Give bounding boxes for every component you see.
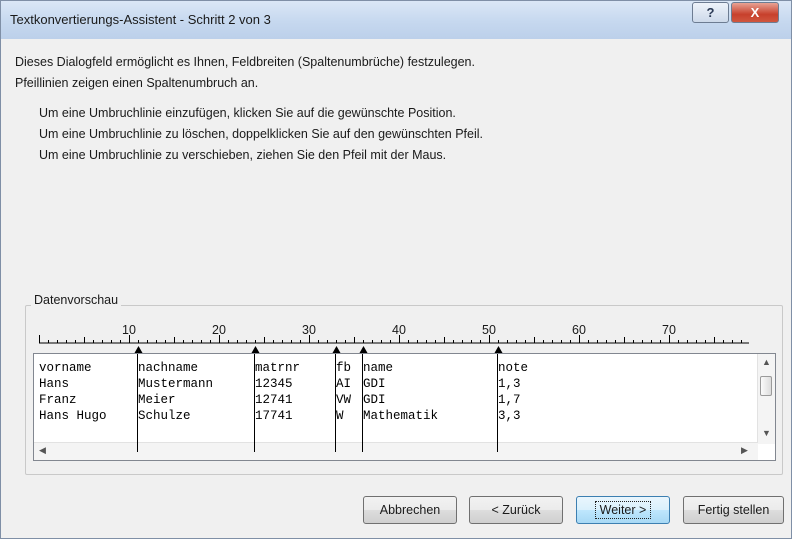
preview-group-label: Datenvorschau	[31, 293, 122, 307]
preview-cell: Franz	[39, 393, 77, 407]
ruler-number-10: 10	[122, 323, 136, 337]
scroll-up-icon[interactable]: ▲	[762, 357, 771, 367]
back-button-label: < Zurück	[491, 503, 541, 517]
preview-cell: matrnr	[255, 361, 301, 375]
preview-cell: Meier	[138, 393, 176, 407]
preview-cell: W	[336, 409, 344, 423]
hint-delete: Um eine Umbruchlinie zu löschen, doppelk…	[39, 127, 484, 141]
next-button-label: Weiter >	[594, 501, 652, 519]
cancel-button[interactable]: Abbrechen	[363, 496, 457, 524]
column-break-line[interactable]	[335, 354, 336, 452]
preview-cell: note	[498, 361, 529, 375]
break-arrow-icon[interactable]	[251, 346, 260, 353]
break-arrow-icon[interactable]	[359, 346, 368, 353]
window-title: Textkonvertierungs-Assistent - Schritt 2…	[10, 12, 271, 27]
column-break-line[interactable]	[254, 354, 255, 452]
finish-button-label: Fertig stellen	[697, 503, 770, 517]
break-arrow-icon[interactable]	[494, 346, 503, 353]
preview-cell: fb	[336, 361, 352, 375]
scroll-down-icon[interactable]: ▼	[762, 428, 771, 438]
scroll-left-icon[interactable]: ◀	[39, 445, 46, 456]
preview-cell: 1,3	[498, 377, 521, 391]
title-bar[interactable]: Textkonvertierungs-Assistent - Schritt 2…	[1, 1, 791, 39]
cancel-button-label: Abbrechen	[379, 503, 441, 517]
hint-move: Um eine Umbruchlinie zu verschieben, zie…	[39, 148, 447, 162]
column-break-line[interactable]	[137, 354, 138, 452]
scroll-thumb[interactable]	[760, 376, 772, 396]
hint-insert: Um eine Umbruchlinie einzufügen, klicken…	[39, 106, 456, 120]
preview-cell: AI	[336, 377, 352, 391]
help-button[interactable]: ?	[692, 2, 729, 23]
data-preview[interactable]: vorname nachname matrnr fb name note Han…	[33, 353, 776, 461]
preview-cell: 3,3	[498, 409, 521, 423]
horizontal-scrollbar[interactable]: ◀ ▶	[34, 442, 758, 460]
column-break-line[interactable]	[362, 354, 363, 452]
preview-row-header: vorname nachname matrnr fb name note	[39, 360, 528, 376]
break-arrow-icon[interactable]	[332, 346, 341, 353]
preview-cell: Hans Hugo	[39, 409, 107, 423]
ruler-number-60: 60	[572, 323, 586, 337]
next-button[interactable]: Weiter >	[576, 496, 670, 524]
dialog-window: Textkonvertierungs-Assistent - Schritt 2…	[0, 0, 792, 539]
ruler-number-50: 50	[482, 323, 496, 337]
preview-cell: Schulze	[138, 409, 191, 423]
ruler-number-20: 20	[212, 323, 226, 337]
preview-row: Hans Mustermann 12345 AI GDI 1,3	[39, 376, 521, 392]
preview-row: Franz Meier 12741 VW GDI 1,7	[39, 392, 521, 408]
finish-button[interactable]: Fertig stellen	[683, 496, 784, 524]
preview-cell: GDI	[363, 377, 386, 391]
preview-cell: vorname	[39, 361, 92, 375]
preview-cell: 12345	[255, 377, 293, 391]
preview-cell: VW	[336, 393, 352, 407]
ruler-number-70: 70	[662, 323, 676, 337]
break-arrow-icon[interactable]	[134, 346, 143, 353]
preview-cell: 17741	[255, 409, 293, 423]
preview-cell: 1,7	[498, 393, 521, 407]
preview-cell: Hans	[39, 377, 70, 391]
column-ruler[interactable]: 10 20 30 40 50 60 70	[33, 319, 753, 355]
column-break-line[interactable]	[497, 354, 498, 452]
description-line-2: Pfeillinien zeigen einen Spaltenumbruch …	[15, 76, 259, 90]
close-button[interactable]: X	[731, 2, 779, 23]
preview-cell: 12741	[255, 393, 293, 407]
back-button[interactable]: < Zurück	[469, 496, 563, 524]
ruler-number-30: 30	[302, 323, 316, 337]
description-line-1: Dieses Dialogfeld ermöglicht es Ihnen, F…	[15, 55, 475, 69]
preview-cell: GDI	[363, 393, 386, 407]
preview-row: Hans Hugo Schulze 17741 W Mathematik 3,3	[39, 408, 521, 424]
preview-cell: nachname	[138, 361, 199, 375]
preview-cell: Mathematik	[363, 409, 439, 423]
preview-cell: name	[363, 361, 394, 375]
preview-cell: Mustermann	[138, 377, 214, 391]
scroll-right-icon[interactable]: ▶	[741, 445, 748, 456]
ruler-number-40: 40	[392, 323, 406, 337]
vertical-scrollbar[interactable]: ▲ ▼	[757, 354, 775, 444]
